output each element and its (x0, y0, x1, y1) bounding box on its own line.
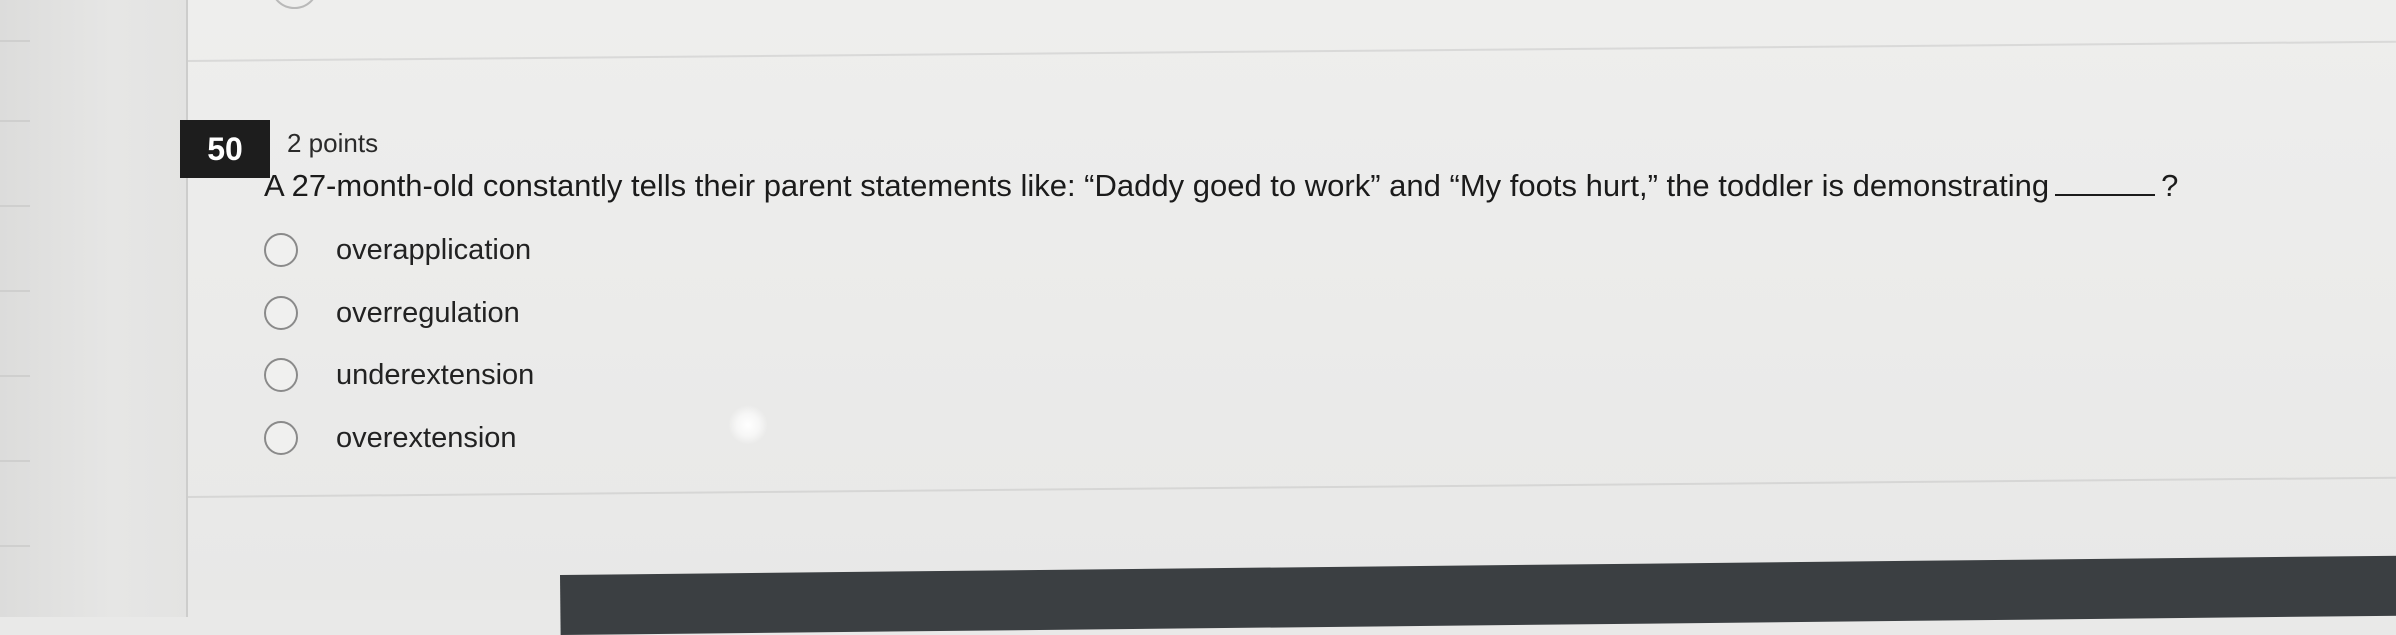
option-label[interactable]: overapplication (336, 234, 531, 267)
answer-option-overextension[interactable]: overextension (264, 418, 517, 458)
question-number: 50 (207, 130, 243, 167)
rail-divider (0, 545, 30, 547)
option-label[interactable]: overextension (336, 422, 517, 455)
left-rail (0, 0, 188, 617)
question-points: 2 points (287, 128, 379, 158)
answer-option-overapplication[interactable]: overapplication (264, 230, 531, 270)
answer-blank (2055, 174, 2156, 196)
answer-option-underextension[interactable]: underextension (264, 355, 534, 395)
answer-option-overregulation[interactable]: overregulation (264, 293, 520, 333)
rail-divider (0, 375, 30, 377)
radio-button[interactable] (264, 233, 298, 267)
rail-divider (0, 205, 30, 207)
radio-button[interactable] (264, 421, 298, 455)
question-prompt: A 27-month-old constantly tells their pa… (264, 168, 2178, 204)
question-text-before-blank: A 27-month-old constantly tells their pa… (264, 168, 2050, 203)
radio-button[interactable] (264, 296, 298, 330)
option-label[interactable]: underextension (336, 359, 534, 392)
option-label[interactable]: overregulation (336, 297, 520, 330)
rail-divider (0, 290, 30, 292)
question-number-badge: 50 (180, 120, 270, 178)
rail-divider (0, 40, 30, 42)
rail-divider (0, 120, 30, 122)
question-text-after-blank: ? (2161, 168, 2179, 203)
rail-divider (0, 460, 30, 462)
screen-glare (728, 405, 768, 445)
radio-button[interactable] (264, 358, 298, 392)
